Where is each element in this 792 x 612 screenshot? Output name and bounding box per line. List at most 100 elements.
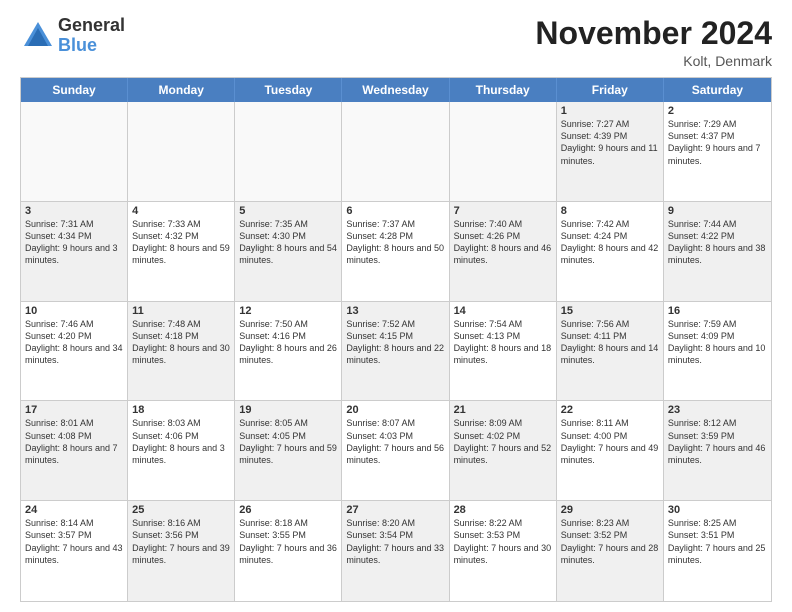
- day-info: Sunrise: 8:12 AM Sunset: 3:59 PM Dayligh…: [668, 417, 767, 466]
- day-info: Sunrise: 7:54 AM Sunset: 4:13 PM Dayligh…: [454, 318, 552, 367]
- day-cell-9: 9Sunrise: 7:44 AM Sunset: 4:22 PM Daylig…: [664, 202, 771, 301]
- day-cell-2: 2Sunrise: 7:29 AM Sunset: 4:37 PM Daylig…: [664, 102, 771, 201]
- day-cell-7: 7Sunrise: 7:40 AM Sunset: 4:26 PM Daylig…: [450, 202, 557, 301]
- day-number: 2: [668, 105, 767, 117]
- day-info: Sunrise: 7:27 AM Sunset: 4:39 PM Dayligh…: [561, 118, 659, 167]
- day-number: 16: [668, 305, 767, 317]
- day-info: Sunrise: 7:44 AM Sunset: 4:22 PM Dayligh…: [668, 218, 767, 267]
- day-cell-27: 27Sunrise: 8:20 AM Sunset: 3:54 PM Dayli…: [342, 501, 449, 601]
- day-info: Sunrise: 7:48 AM Sunset: 4:18 PM Dayligh…: [132, 318, 230, 367]
- day-info: Sunrise: 7:50 AM Sunset: 4:16 PM Dayligh…: [239, 318, 337, 367]
- day-number: 11: [132, 305, 230, 317]
- day-number: 24: [25, 504, 123, 516]
- day-info: Sunrise: 7:59 AM Sunset: 4:09 PM Dayligh…: [668, 318, 767, 367]
- day-info: Sunrise: 8:25 AM Sunset: 3:51 PM Dayligh…: [668, 517, 767, 566]
- calendar-body: 1Sunrise: 7:27 AM Sunset: 4:39 PM Daylig…: [21, 102, 771, 601]
- day-cell-20: 20Sunrise: 8:07 AM Sunset: 4:03 PM Dayli…: [342, 401, 449, 500]
- day-number: 26: [239, 504, 337, 516]
- day-cell-1: 1Sunrise: 7:27 AM Sunset: 4:39 PM Daylig…: [557, 102, 664, 201]
- day-number: 4: [132, 205, 230, 217]
- day-of-week-saturday: Saturday: [664, 78, 771, 102]
- logo-icon: [20, 18, 56, 54]
- day-info: Sunrise: 7:31 AM Sunset: 4:34 PM Dayligh…: [25, 218, 123, 267]
- day-number: 10: [25, 305, 123, 317]
- day-info: Sunrise: 8:03 AM Sunset: 4:06 PM Dayligh…: [132, 417, 230, 466]
- day-number: 25: [132, 504, 230, 516]
- logo-text: General Blue: [58, 16, 125, 56]
- day-of-week-monday: Monday: [128, 78, 235, 102]
- logo-general: General: [58, 16, 125, 36]
- day-number: 17: [25, 404, 123, 416]
- day-number: 6: [346, 205, 444, 217]
- day-of-week-thursday: Thursday: [450, 78, 557, 102]
- day-number: 12: [239, 305, 337, 317]
- day-info: Sunrise: 8:14 AM Sunset: 3:57 PM Dayligh…: [25, 517, 123, 566]
- day-info: Sunrise: 8:05 AM Sunset: 4:05 PM Dayligh…: [239, 417, 337, 466]
- day-cell-19: 19Sunrise: 8:05 AM Sunset: 4:05 PM Dayli…: [235, 401, 342, 500]
- day-cell-6: 6Sunrise: 7:37 AM Sunset: 4:28 PM Daylig…: [342, 202, 449, 301]
- day-number: 20: [346, 404, 444, 416]
- month-title: November 2024: [535, 16, 772, 51]
- day-number: 9: [668, 205, 767, 217]
- day-number: 22: [561, 404, 659, 416]
- day-info: Sunrise: 8:16 AM Sunset: 3:56 PM Dayligh…: [132, 517, 230, 566]
- day-cell-25: 25Sunrise: 8:16 AM Sunset: 3:56 PM Dayli…: [128, 501, 235, 601]
- day-cell-16: 16Sunrise: 7:59 AM Sunset: 4:09 PM Dayli…: [664, 302, 771, 401]
- day-info: Sunrise: 8:22 AM Sunset: 3:53 PM Dayligh…: [454, 517, 552, 566]
- day-number: 1: [561, 105, 659, 117]
- day-number: 13: [346, 305, 444, 317]
- day-cell-13: 13Sunrise: 7:52 AM Sunset: 4:15 PM Dayli…: [342, 302, 449, 401]
- day-info: Sunrise: 7:35 AM Sunset: 4:30 PM Dayligh…: [239, 218, 337, 267]
- empty-cell: [235, 102, 342, 201]
- day-number: 14: [454, 305, 552, 317]
- day-cell-30: 30Sunrise: 8:25 AM Sunset: 3:51 PM Dayli…: [664, 501, 771, 601]
- calendar-header: SundayMondayTuesdayWednesdayThursdayFrid…: [21, 78, 771, 102]
- day-cell-24: 24Sunrise: 8:14 AM Sunset: 3:57 PM Dayli…: [21, 501, 128, 601]
- day-of-week-sunday: Sunday: [21, 78, 128, 102]
- empty-cell: [342, 102, 449, 201]
- day-number: 19: [239, 404, 337, 416]
- day-cell-11: 11Sunrise: 7:48 AM Sunset: 4:18 PM Dayli…: [128, 302, 235, 401]
- page: General Blue November 2024 Kolt, Denmark…: [0, 0, 792, 612]
- calendar-row-4: 17Sunrise: 8:01 AM Sunset: 4:08 PM Dayli…: [21, 401, 771, 501]
- day-number: 23: [668, 404, 767, 416]
- day-cell-12: 12Sunrise: 7:50 AM Sunset: 4:16 PM Dayli…: [235, 302, 342, 401]
- calendar-row-5: 24Sunrise: 8:14 AM Sunset: 3:57 PM Dayli…: [21, 501, 771, 601]
- calendar: SundayMondayTuesdayWednesdayThursdayFrid…: [20, 77, 772, 602]
- day-of-week-friday: Friday: [557, 78, 664, 102]
- day-cell-17: 17Sunrise: 8:01 AM Sunset: 4:08 PM Dayli…: [21, 401, 128, 500]
- day-info: Sunrise: 7:42 AM Sunset: 4:24 PM Dayligh…: [561, 218, 659, 267]
- day-info: Sunrise: 7:29 AM Sunset: 4:37 PM Dayligh…: [668, 118, 767, 167]
- day-of-week-tuesday: Tuesday: [235, 78, 342, 102]
- day-cell-3: 3Sunrise: 7:31 AM Sunset: 4:34 PM Daylig…: [21, 202, 128, 301]
- day-cell-15: 15Sunrise: 7:56 AM Sunset: 4:11 PM Dayli…: [557, 302, 664, 401]
- day-info: Sunrise: 8:18 AM Sunset: 3:55 PM Dayligh…: [239, 517, 337, 566]
- day-number: 5: [239, 205, 337, 217]
- day-info: Sunrise: 7:40 AM Sunset: 4:26 PM Dayligh…: [454, 218, 552, 267]
- logo-blue: Blue: [58, 36, 125, 56]
- day-number: 3: [25, 205, 123, 217]
- day-cell-14: 14Sunrise: 7:54 AM Sunset: 4:13 PM Dayli…: [450, 302, 557, 401]
- day-info: Sunrise: 8:09 AM Sunset: 4:02 PM Dayligh…: [454, 417, 552, 466]
- day-info: Sunrise: 7:37 AM Sunset: 4:28 PM Dayligh…: [346, 218, 444, 267]
- empty-cell: [21, 102, 128, 201]
- day-info: Sunrise: 8:23 AM Sunset: 3:52 PM Dayligh…: [561, 517, 659, 566]
- day-number: 21: [454, 404, 552, 416]
- day-cell-21: 21Sunrise: 8:09 AM Sunset: 4:02 PM Dayli…: [450, 401, 557, 500]
- day-cell-5: 5Sunrise: 7:35 AM Sunset: 4:30 PM Daylig…: [235, 202, 342, 301]
- calendar-row-2: 3Sunrise: 7:31 AM Sunset: 4:34 PM Daylig…: [21, 202, 771, 302]
- day-number: 27: [346, 504, 444, 516]
- empty-cell: [450, 102, 557, 201]
- title-block: November 2024 Kolt, Denmark: [535, 16, 772, 69]
- day-number: 15: [561, 305, 659, 317]
- day-info: Sunrise: 8:07 AM Sunset: 4:03 PM Dayligh…: [346, 417, 444, 466]
- day-of-week-wednesday: Wednesday: [342, 78, 449, 102]
- day-info: Sunrise: 7:56 AM Sunset: 4:11 PM Dayligh…: [561, 318, 659, 367]
- day-number: 8: [561, 205, 659, 217]
- calendar-row-3: 10Sunrise: 7:46 AM Sunset: 4:20 PM Dayli…: [21, 302, 771, 402]
- day-info: Sunrise: 7:33 AM Sunset: 4:32 PM Dayligh…: [132, 218, 230, 267]
- day-number: 28: [454, 504, 552, 516]
- empty-cell: [128, 102, 235, 201]
- header: General Blue November 2024 Kolt, Denmark: [20, 16, 772, 69]
- day-info: Sunrise: 8:11 AM Sunset: 4:00 PM Dayligh…: [561, 417, 659, 466]
